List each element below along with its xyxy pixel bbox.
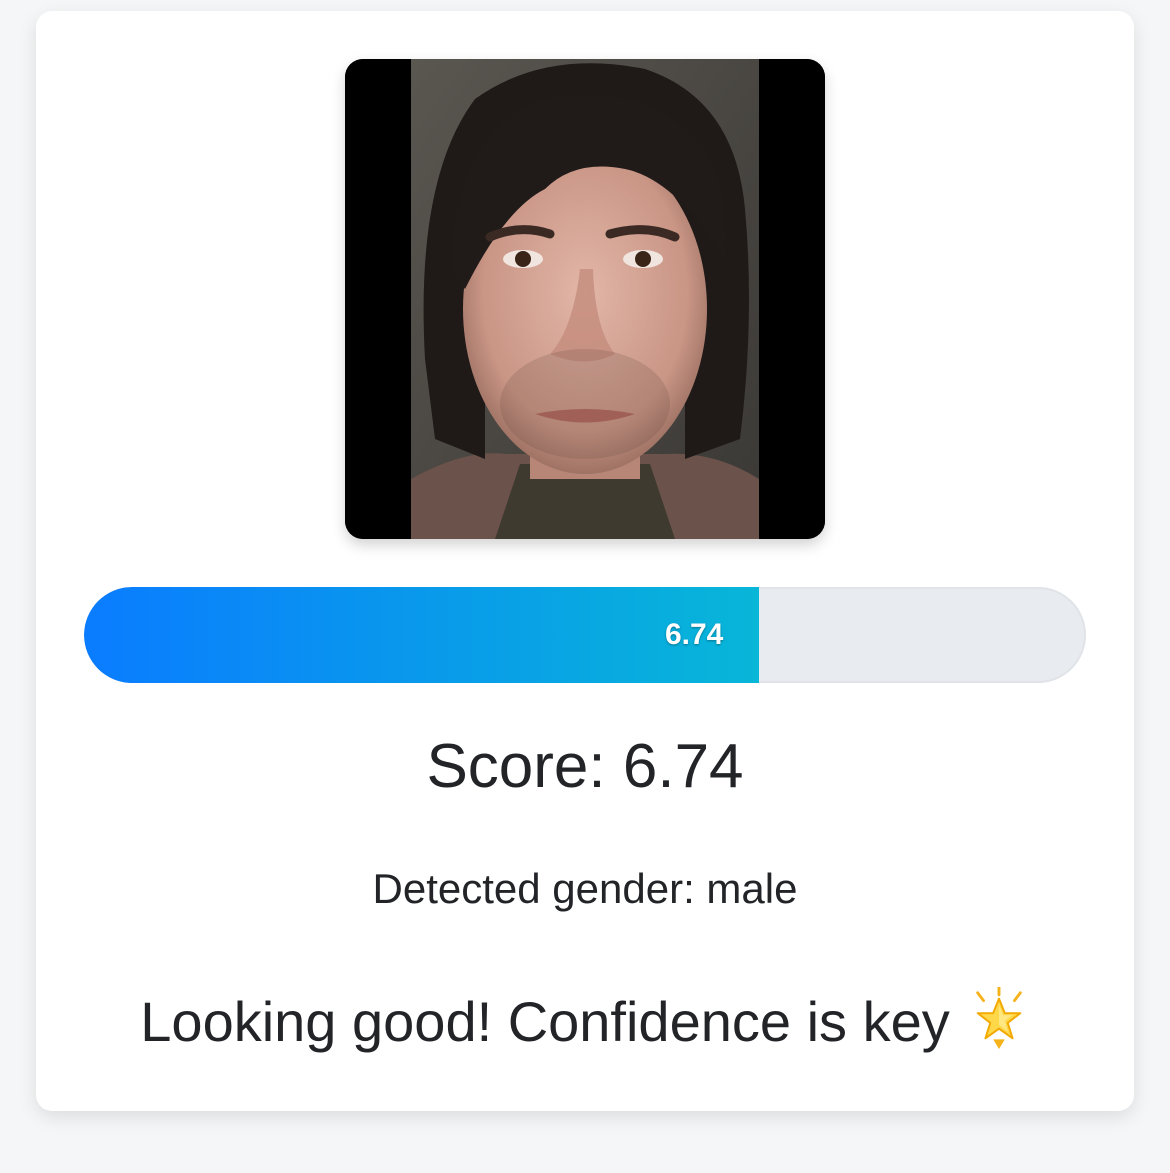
result-card: 6.74 Score: 6.74 Detected gender: male L… — [36, 11, 1134, 1111]
face-image — [345, 59, 825, 539]
star-icon — [968, 985, 1030, 1062]
score-text: Score: 6.74 — [426, 732, 744, 801]
score-progress-bar: 6.74 — [84, 587, 1086, 683]
uploaded-face-photo — [345, 59, 825, 539]
score-progress-fill: 6.74 — [84, 587, 760, 683]
feedback-message-text: Looking good! Confidence is key — [140, 990, 950, 1053]
detected-gender-text: Detected gender: male — [372, 865, 798, 912]
score-progress-label: 6.74 — [664, 618, 724, 651]
feedback-message: Looking good! Confidence is key — [36, 985, 1134, 1062]
